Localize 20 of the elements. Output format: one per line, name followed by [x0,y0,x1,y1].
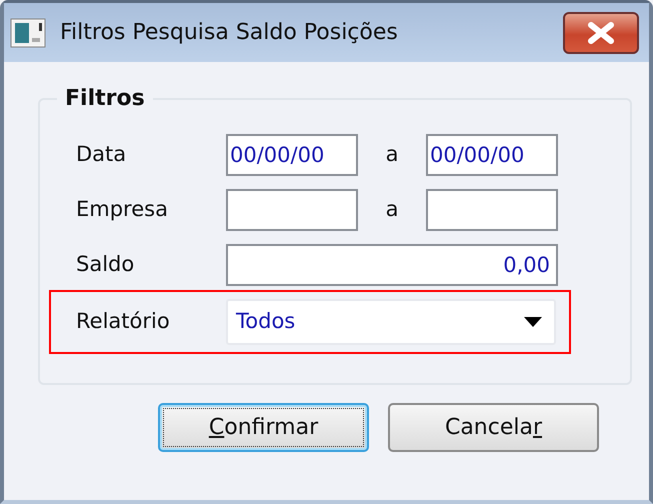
input-field[interactable]: 0,00 [226,244,558,286]
field-label: Empresa [76,196,169,224]
close-button[interactable] [563,12,639,54]
dropdown[interactable]: Todos [226,299,556,345]
window-title: Filtros Pesquisa Saldo Posições [60,19,399,47]
input-field[interactable] [426,189,558,231]
window-icon [10,18,46,48]
close-icon [586,22,616,44]
caret-icon [524,317,542,327]
input-field[interactable]: 00/00/00 [226,134,358,176]
confirm-button[interactable]: Confirmar [158,403,369,452]
field-label: Saldo [76,251,136,278]
field-label: Data [76,141,128,168]
cancel-button[interactable]: Cancelar [388,403,599,452]
input-field[interactable] [226,189,358,231]
field-label: Relatório [76,308,171,336]
group-title: Filtros [64,88,146,110]
range-separator: a [384,196,400,224]
range-separator: a [384,141,400,168]
input-field[interactable]: 00/00/00 [426,134,558,176]
